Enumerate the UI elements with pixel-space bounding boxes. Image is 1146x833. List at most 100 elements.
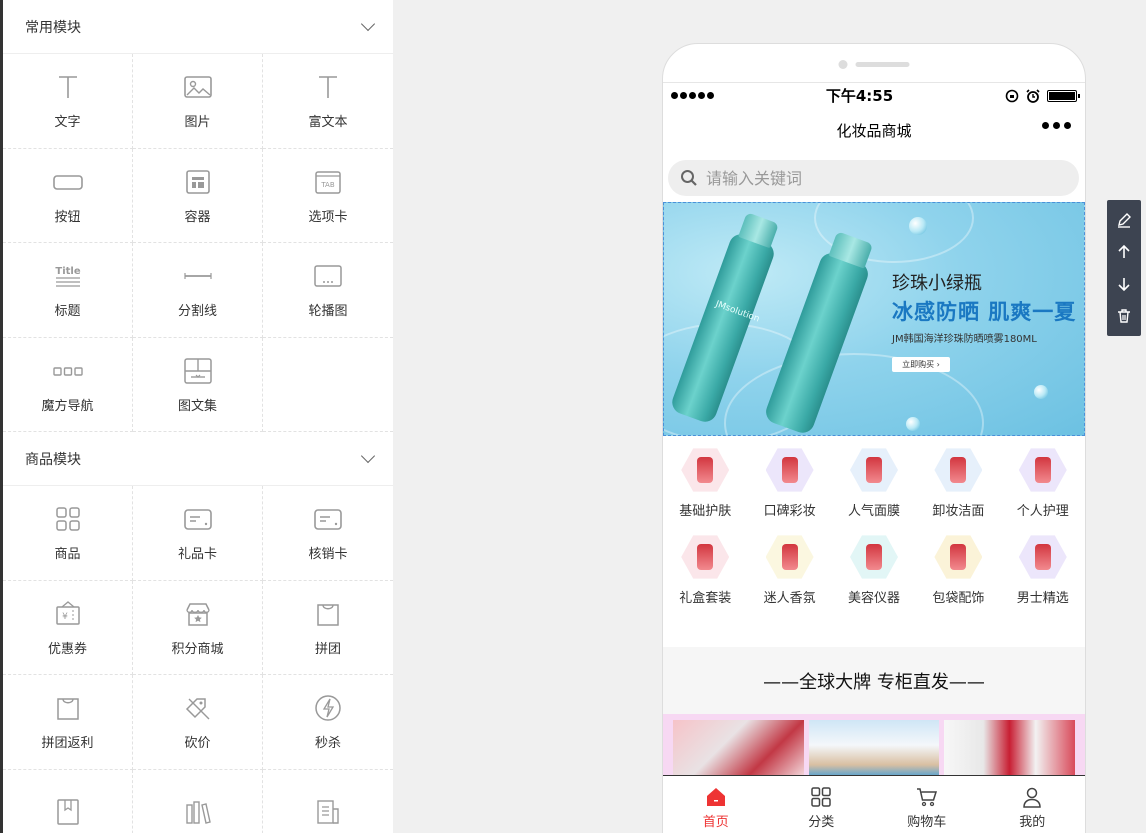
buy-now-button[interactable]: 立即购买 › [892, 357, 950, 372]
module-book[interactable] [3, 769, 133, 833]
move-up-button[interactable] [1112, 240, 1136, 264]
module-rich-text[interactable]: 富文本 [263, 54, 393, 149]
tab-icon: TAB [312, 166, 344, 198]
water-bubble [909, 217, 927, 235]
category-thumbnail [765, 535, 814, 579]
verify-card-icon [312, 503, 344, 535]
module-group-buy[interactable]: 拼团 [263, 581, 393, 675]
module-button[interactable]: 按钮 [3, 148, 133, 243]
category-item[interactable]: 人气面膜 [832, 446, 916, 519]
tab-label: 购物车 [907, 815, 947, 830]
module-gallery[interactable]: 图文集 [133, 337, 263, 432]
search-bar[interactable] [668, 160, 1079, 196]
module-title[interactable]: Title 标题 [3, 243, 133, 338]
product-strip [663, 714, 1085, 776]
section-title: 商品模块 [25, 451, 81, 468]
nav-bar: 化妆品商城 [663, 110, 1085, 150]
more-icon[interactable] [1042, 122, 1071, 129]
edit-button[interactable] [1112, 208, 1136, 232]
section-title: 常用模块 [25, 19, 81, 36]
delete-button[interactable] [1112, 304, 1136, 328]
component-toolbar [1107, 200, 1141, 336]
battery-icon [1047, 89, 1080, 102]
category-thumbnail [681, 448, 730, 492]
category-item[interactable]: 个人护理 [1001, 446, 1085, 519]
category-label: 基础护肤 [679, 504, 732, 519]
chevron-down-icon[interactable] [360, 448, 376, 463]
category-thumbnail [1018, 448, 1067, 492]
category-label: 男士精选 [1016, 591, 1069, 606]
home-icon [706, 788, 725, 806]
trash-icon [1118, 309, 1130, 323]
article-icon [312, 796, 344, 828]
product-image[interactable] [673, 720, 804, 776]
module-label: 核销卡 [308, 547, 348, 563]
module-label: 容器 [184, 209, 211, 225]
group-buy-icon [312, 598, 344, 630]
banner-subtitle: JM韩国海洋珍珠防晒喷雾180ML [892, 334, 1037, 345]
module-divider[interactable]: 分割线 [133, 243, 263, 338]
category-item[interactable]: 口碑彩妆 [747, 446, 831, 519]
bottle-tag: JMsolution [714, 299, 761, 325]
module-article[interactable] [263, 770, 393, 833]
module-cube-nav[interactable]: 魔方导航 [3, 337, 133, 432]
rich-text-icon [312, 71, 344, 103]
module-container[interactable]: 容器 [133, 148, 263, 243]
module-group-rebate[interactable]: 拼团返利 [3, 675, 133, 770]
module-tab[interactable]: TAB 选项卡 [263, 149, 393, 243]
tab-home[interactable]: 首页 [663, 776, 769, 833]
rotation-lock-icon [1005, 89, 1019, 102]
svg-text:¥: ¥ [62, 612, 68, 622]
chevron-down-icon[interactable] [360, 16, 376, 31]
category-item[interactable]: 卸妆洁面 [916, 446, 1000, 519]
category-item[interactable]: 迷人香氛 [747, 533, 831, 606]
product-image[interactable] [808, 720, 940, 776]
tab-cart[interactable]: 购物车 [874, 776, 980, 833]
module-label: 轮播图 [308, 304, 348, 320]
status-bar: 下午4:55 [663, 82, 1085, 108]
move-down-button[interactable] [1112, 272, 1136, 296]
search-icon [681, 170, 697, 186]
empty-cell [263, 338, 393, 432]
module-image[interactable]: 图片 [133, 54, 263, 149]
module-points-mall[interactable]: 积分商城 [133, 580, 263, 675]
category-item[interactable]: 基础护肤 [663, 446, 747, 519]
category-grid: 基础护肤 口碑彩妆 人气面膜 卸妆洁面 个人护理礼盒套装 迷人香氛 美容仪器 包袋配饰 男士精选 [663, 446, 1085, 606]
section-heading: ——全球大牌 专柜直发—— [663, 647, 1085, 714]
tab-me[interactable]: 我的 [980, 776, 1086, 833]
tab-category[interactable]: 分类 [769, 776, 875, 833]
category-label: 包袋配饰 [932, 591, 985, 606]
module-verify-card[interactable]: 核销卡 [263, 486, 393, 581]
category-label: 美容仪器 [847, 591, 900, 606]
module-text[interactable]: 文字 [3, 54, 133, 149]
user-icon [1023, 787, 1042, 808]
alarm-icon [1026, 88, 1040, 103]
carousel-banner[interactable]: JMsolution 珍珠小绿瓶 冰感防晒 肌爽一夏 JM韩国海洋珍珠防晒喷雾1… [663, 202, 1085, 436]
bottom-tab-bar: 首页 分类 购物车 我的 [663, 775, 1085, 833]
module-goods[interactable]: 商品 [3, 486, 133, 581]
phone-earpiece [838, 60, 910, 69]
category-icon [811, 787, 831, 807]
banner-slogan: 冰感防晒 肌爽一夏 [892, 300, 1077, 324]
module-carousel[interactable]: 轮播图 [263, 243, 393, 338]
module-label: 魔方导航 [41, 398, 94, 414]
module-library[interactable] [133, 769, 263, 833]
module-label: 优惠券 [47, 641, 87, 657]
section-header-common[interactable]: 常用模块 [3, 0, 393, 54]
category-label: 口碑彩妆 [763, 504, 816, 519]
module-coupon[interactable]: ¥ 优惠券 [3, 580, 133, 675]
product-image[interactable] [944, 720, 1076, 776]
category-item[interactable]: 礼盒套装 [663, 533, 747, 606]
category-item[interactable]: 男士精选 [1001, 533, 1085, 606]
coupon-icon: ¥ [52, 598, 84, 630]
water-bubble [1034, 385, 1048, 399]
search-input[interactable] [706, 168, 1046, 188]
module-gift-card[interactable]: 礼品卡 [133, 486, 263, 581]
category-item[interactable]: 包袋配饰 [916, 533, 1000, 606]
category-item[interactable]: 美容仪器 [832, 533, 916, 606]
section-header-goods[interactable]: 商品模块 [3, 432, 393, 486]
module-label: 秒杀 [314, 736, 341, 752]
svg-text:TAB: TAB [320, 181, 335, 189]
module-flash-sale[interactable]: 秒杀 [263, 675, 393, 770]
module-bargain[interactable]: 砍价 [133, 675, 263, 770]
